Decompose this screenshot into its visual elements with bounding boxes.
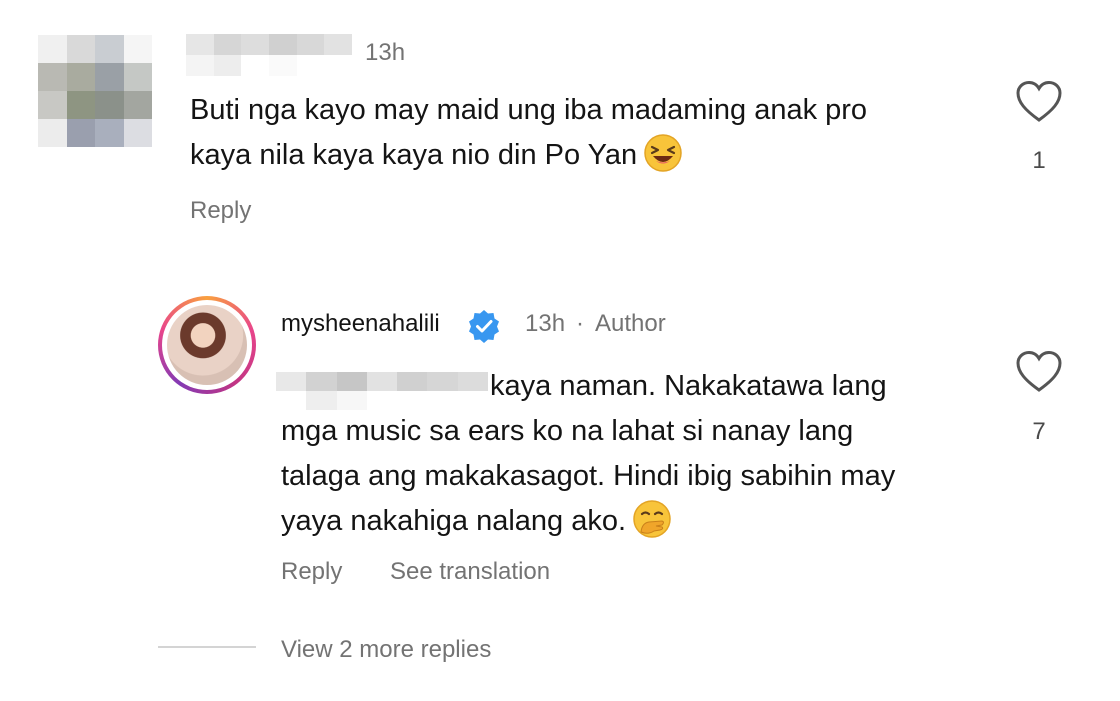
comment-reply-button[interactable]: Reply <box>190 197 251 225</box>
reply-text-line: kaya naman. Nakakatawa lang <box>490 370 887 402</box>
heart-icon[interactable] <box>1015 350 1063 394</box>
reply-like-count: 7 <box>1032 418 1046 445</box>
reply-reply-button[interactable]: Reply <box>281 558 342 586</box>
avatar-photo <box>167 305 247 385</box>
comment-like-count: 1 <box>1032 147 1046 174</box>
see-translation-button[interactable]: See translation <box>390 558 550 586</box>
author-label: Author <box>595 310 666 337</box>
redacted-avatar <box>38 35 152 147</box>
redacted-username <box>186 34 352 76</box>
view-more-replies-button[interactable]: View 2 more replies <box>281 636 491 664</box>
comment-text: Buti nga kayo may maid ung iba madaming … <box>190 88 950 178</box>
comment-time: 13h <box>365 39 406 66</box>
reply-text-line: yaya nakahiga nalang ako. <box>281 499 981 544</box>
replies-divider <box>158 646 256 648</box>
heart-icon[interactable] <box>1015 80 1063 124</box>
avatar[interactable] <box>158 296 256 394</box>
laughing-face-emoji <box>644 134 682 173</box>
reply-text-line: talaga ang makakasagot. Hindi ibig sabih… <box>281 460 896 492</box>
verified-badge-icon <box>469 310 499 343</box>
face-with-hand-over-mouth-emoji <box>633 500 671 539</box>
reply-text-line: mga music sa ears ko na lahat si nanay l… <box>281 415 854 447</box>
reply-username[interactable]: mysheenahalili <box>281 310 440 338</box>
meta-separator: · <box>576 310 584 337</box>
reply-time: 13h <box>525 310 566 337</box>
comment-text-line: kaya nila kaya kaya nio din Po Yan <box>190 133 950 178</box>
comment-text-line: Buti nga kayo may maid ung iba madaming … <box>190 94 868 126</box>
reply-text: kaya naman. Nakakatawa lang mga music sa… <box>281 364 981 544</box>
